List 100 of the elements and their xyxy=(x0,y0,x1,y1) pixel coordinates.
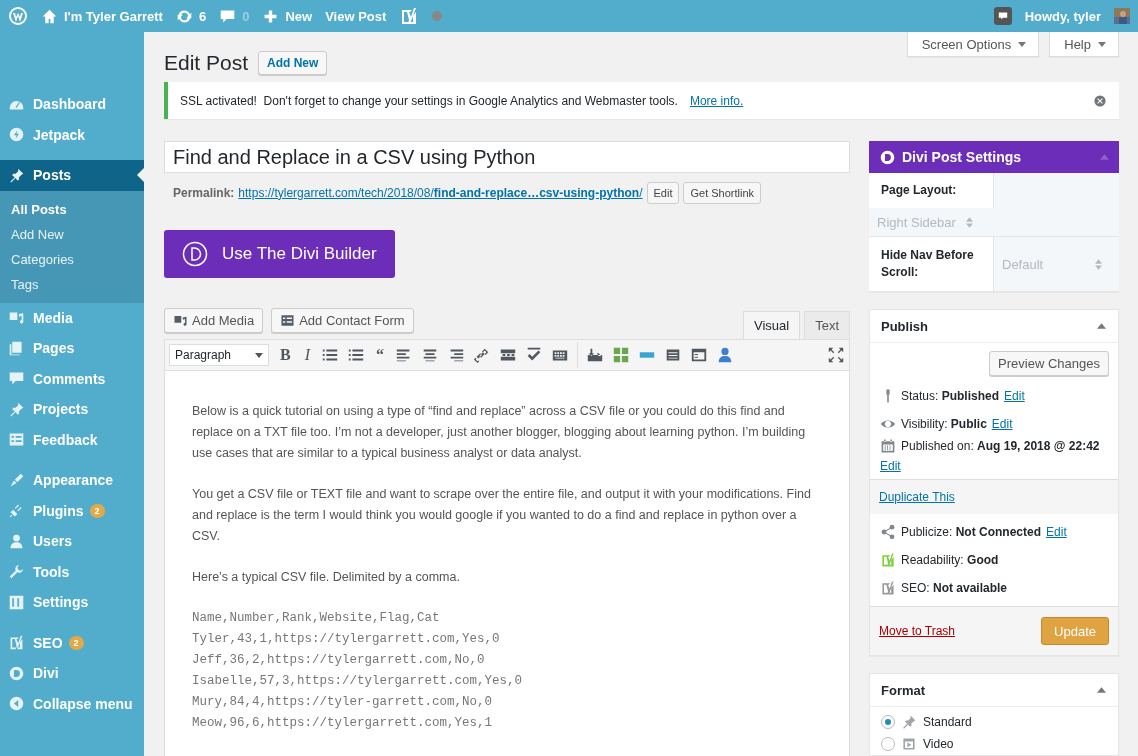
toolbar-button[interactable]: I xyxy=(301,346,313,364)
media-button[interactable]: Add Media xyxy=(164,308,264,333)
toolbar-button[interactable]: B xyxy=(277,346,294,364)
preview-button[interactable]: Preview Changes xyxy=(989,351,1109,376)
sidebar-item[interactable]: Comments xyxy=(0,363,144,394)
sidebar-item[interactable]: SEO 2 xyxy=(0,627,144,658)
account-link[interactable]: Howdy, tyler xyxy=(1024,8,1101,24)
edit-link[interactable]: Edit xyxy=(991,417,1013,431)
collapse-icon xyxy=(8,695,25,713)
form-icon xyxy=(280,313,296,328)
pin-icon xyxy=(901,714,917,730)
collapse-arrow-icon[interactable] xyxy=(1097,323,1106,329)
home-icon xyxy=(41,7,58,25)
permalink-button[interactable]: Get Shortlink xyxy=(683,181,762,204)
notification-icon[interactable] xyxy=(993,7,1012,25)
code-line: Jeff,36,2,https://tylergarrett.com,No,0 xyxy=(192,652,486,669)
permalink-link[interactable]: https://tylergarrett.com/tech/2018/08/find-and-replace…csv-using-python/ xyxy=(238,185,643,200)
grid-icon[interactable] xyxy=(612,346,630,364)
up-down-arrows-icon xyxy=(1095,258,1102,270)
page-title: Edit Post xyxy=(164,51,249,75)
new-link[interactable]: New xyxy=(262,7,313,25)
divi-icon xyxy=(8,664,25,682)
tray-icon[interactable] xyxy=(586,346,604,364)
screen-tab[interactable]: Screen Options xyxy=(906,32,1040,57)
wordpress-logo-icon[interactable] xyxy=(8,6,28,26)
sidebar-item[interactable]: Pages xyxy=(0,333,144,364)
sidebar-item[interactable]: Collapse menu xyxy=(0,688,144,719)
sidebar-item[interactable]: Users xyxy=(0,526,144,557)
camera-icon xyxy=(173,313,188,328)
toolbar-button[interactable]: “ xyxy=(373,346,387,364)
view-post-link[interactable]: View Post xyxy=(325,8,387,24)
divi-builder-button[interactable]: Use The Divi Builder xyxy=(164,230,395,278)
publish-info: Publicize: Not Connected xyxy=(901,525,1042,539)
permalink-button[interactable]: Edit xyxy=(646,181,680,204)
sliders-icon xyxy=(8,593,25,611)
sidebar-item[interactable]: Appearance xyxy=(0,465,144,496)
sidebar-item[interactable]: Plugins 2 xyxy=(0,495,144,526)
pin-icon xyxy=(8,166,25,184)
caret-icon xyxy=(1018,41,1027,47)
submenu-item[interactable]: Add New xyxy=(0,221,144,247)
close-icon[interactable] xyxy=(1093,93,1107,108)
edit-link[interactable]: Edit xyxy=(880,459,901,473)
edit-link[interactable]: Edit xyxy=(1004,389,1025,403)
sidebar-item[interactable]: Projects xyxy=(0,394,144,425)
yoast-icon xyxy=(8,634,25,652)
brush-icon xyxy=(8,471,25,489)
box-title: Format xyxy=(881,682,926,698)
code-line: Name,Number,Rank,Website,Flag,Cat xyxy=(192,610,441,627)
duplicate-link[interactable]: Duplicate This xyxy=(879,490,955,504)
sidebar-item[interactable]: Divi xyxy=(0,658,144,689)
sidebar-item[interactable]: Dashboard xyxy=(0,89,144,120)
trash-link[interactable]: Move to Trash xyxy=(879,624,956,638)
divi-settings-header[interactable]: Divi Post Settings xyxy=(869,141,1119,173)
pin-icon xyxy=(8,400,25,418)
submenu-item[interactable]: Categories xyxy=(0,246,144,272)
code-line: Mury,84,4,https://tyler-garrett.com,No,0 xyxy=(192,694,494,711)
more-info-link[interactable]: More info. xyxy=(689,93,744,108)
paragraph: You get a CSV file or TEXT file and want to scrape over the entire file, and output it with your modifications. Find and replace is the term I would think you would google if you wanted to do a find and replace in python over a CSV. xyxy=(192,486,812,545)
submenu-item[interactable]: All Posts xyxy=(0,196,144,222)
submenu-item[interactable]: Tags xyxy=(0,271,144,297)
bolt-icon xyxy=(8,126,25,144)
format-label: Standard xyxy=(923,715,972,729)
format-label: Video xyxy=(923,737,954,751)
collapse-arrow-icon[interactable] xyxy=(1097,687,1106,693)
sidebar-item[interactable]: Jetpack xyxy=(0,119,144,150)
screen-tab[interactable]: Help xyxy=(1049,32,1119,57)
add-new-button[interactable]: Add New xyxy=(258,51,328,75)
divi-logo-icon xyxy=(182,241,208,267)
permalink-label: Permalink: xyxy=(173,185,235,200)
divi-logo-icon xyxy=(879,148,896,166)
edit-link[interactable]: Edit xyxy=(1046,525,1067,539)
calendar-icon xyxy=(880,438,896,454)
window-icon[interactable] xyxy=(690,346,708,364)
sidebar-item[interactable]: Settings xyxy=(0,587,144,618)
sidebar-item[interactable]: Tools xyxy=(0,556,144,587)
notice-text: SSL activated! Don't forget to change your settings in Google Analytics and Webmaster tools. xyxy=(180,93,678,108)
editor-tab[interactable]: Text xyxy=(804,311,850,339)
updates-link[interactable]: 6 xyxy=(175,7,207,25)
nav-select[interactable]: Default xyxy=(993,237,1119,291)
media-button[interactable]: Add Contact Form xyxy=(271,308,414,333)
up-down-arrows-icon xyxy=(965,216,973,228)
layout-select[interactable]: Right Sidebar xyxy=(869,208,1119,236)
publish-info: Readability: Good xyxy=(901,553,999,567)
sidebar-item[interactable]: Posts xyxy=(0,160,144,191)
code-line: Tyler,43,1,https://tylergarrett.com,Yes,0 xyxy=(192,631,501,648)
link-icon[interactable] xyxy=(473,346,491,364)
publish-info: Published on: Aug 19, 2018 @ 22:42 xyxy=(901,439,1100,453)
update-button[interactable]: Update xyxy=(1041,617,1109,645)
person-icon[interactable] xyxy=(716,346,734,364)
expand-icon[interactable] xyxy=(827,346,845,364)
sidebar-item[interactable]: Media xyxy=(0,302,144,333)
paragraph: Below is a quick tutorial on using a type of “find and replace” across a CSV file or you could do this find and replace on a TXT file too. I’m not a developer, just another blogger, blogging about learning python. I’m building use cases that are similar to a typical business analyst or data analyst. xyxy=(192,403,807,462)
editor-tab[interactable]: Visual xyxy=(742,311,801,339)
paragraph: Here’s a typical CSV file. Delimited by a comma. xyxy=(192,569,461,586)
format-select[interactable]: Paragraph xyxy=(169,344,269,366)
sidebar-item[interactable]: Feedback xyxy=(0,424,144,455)
pages-icon xyxy=(8,339,25,357)
wrench-icon xyxy=(8,563,25,581)
title-field[interactable]: Find and Replace in a CSV using Python xyxy=(164,141,850,173)
site-link[interactable]: I'm Tyler Garrett xyxy=(41,7,163,25)
